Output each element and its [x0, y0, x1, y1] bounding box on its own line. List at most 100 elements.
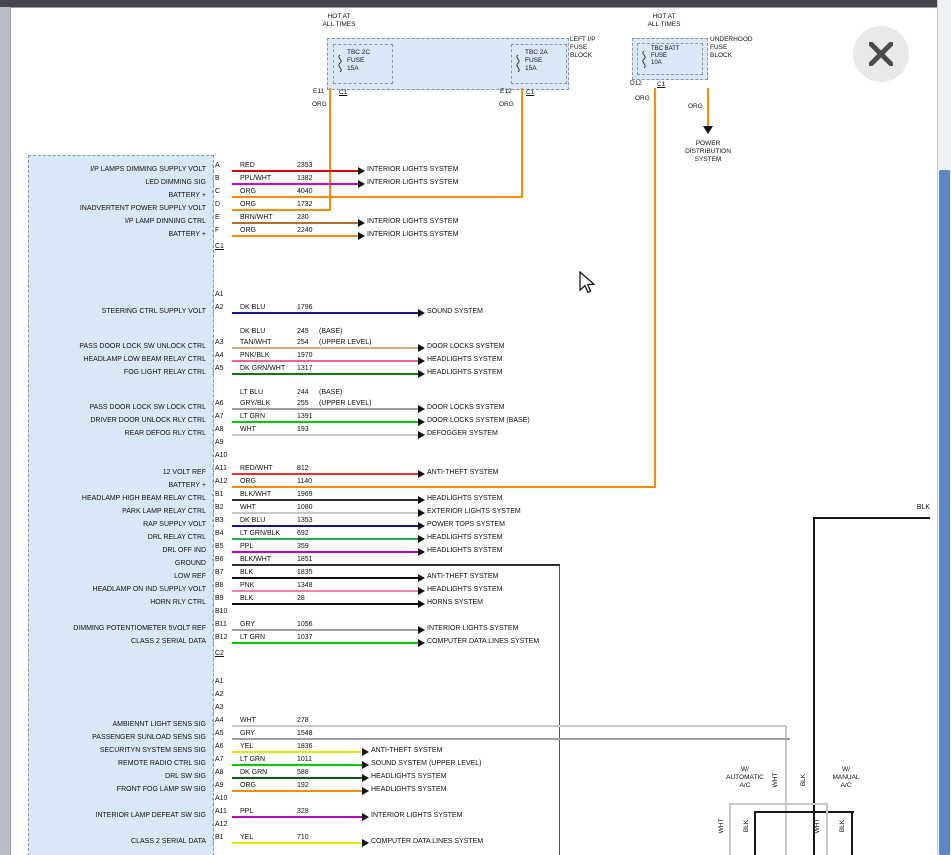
wire-note: (UPPER LEVEL) — [319, 339, 372, 347]
pin-label: E — [215, 214, 220, 222]
wire-circuit-label: 812 — [297, 465, 309, 473]
pin-label: A3 — [215, 704, 224, 712]
signal-label: LED DIMMING SIG — [30, 179, 206, 187]
wire-tag-blk: BLK — [839, 814, 847, 838]
signal-label: BATTERY + — [30, 482, 206, 490]
wire-color-label: PPL — [240, 808, 253, 816]
block-label-line: BLOCK — [710, 52, 753, 60]
pin-label: A3 — [215, 339, 224, 347]
wire-circuit-label: 1835 — [297, 569, 313, 577]
pin-label: D — [215, 201, 220, 209]
wire-line — [232, 473, 418, 475]
wire-line — [232, 642, 418, 644]
conn-ref-c1: C1 — [657, 81, 665, 89]
wire-color-label: BLK — [240, 569, 253, 577]
signal-label: FOG LIGHT RELAY CTRL — [30, 369, 206, 377]
wire-color-label: ORG — [240, 227, 256, 235]
ac-label-line: A/C — [816, 782, 876, 790]
system-arrow-icon — [362, 787, 369, 795]
block-label-line: BLOCK — [570, 52, 596, 60]
system-label: EXTERIOR LIGHTS SYSTEM — [427, 508, 521, 516]
wiring-diagram-viewer: HOT AT ALL TIMES TBC 2C FUSE 15A TBC 2A … — [0, 0, 951, 855]
wire-color-label: DK BLU — [240, 517, 265, 525]
wire-blk-auto-vertical — [754, 811, 756, 855]
pin-label: B1 — [215, 491, 224, 499]
all-times-line: ALL TIMES — [311, 21, 367, 29]
wire-color-label: ORG — [240, 201, 256, 209]
fuse-tbc-2a-label: TBC 2A FUSE 15A — [525, 49, 548, 73]
pin-label: B3 — [215, 517, 224, 525]
wire-color-label: DK GRN/WHT — [240, 365, 285, 373]
pin-label: A1 — [215, 291, 224, 299]
signal-label: PASS DOOR LOCK SW UNLOCK CTRL — [30, 343, 206, 351]
system-label: HORNS SYSTEM — [427, 599, 483, 607]
system-arrow-icon — [418, 574, 425, 582]
pin-label: B11 — [215, 621, 227, 629]
wire-blk-manual-vertical — [851, 811, 853, 855]
mouse-cursor — [578, 271, 596, 295]
pin-label: B2 — [215, 504, 224, 512]
system-arrow-icon — [418, 405, 425, 413]
system-arrow-icon — [418, 509, 425, 517]
signal-label: 12 VOLT REF — [30, 469, 206, 477]
system-label: HEADLIGHTS SYSTEM — [427, 369, 502, 377]
pin-label: A4 — [215, 352, 224, 360]
signal-label: AMBIENNT LIGHT SENS SIG — [30, 721, 206, 729]
wire-color-label: WHT — [240, 504, 256, 512]
system-arrow-icon — [418, 431, 425, 439]
fuse-icon — [336, 55, 344, 72]
wire-circuit-label: 710 — [297, 834, 309, 842]
system-label: ANTI-THEFT SYSTEM — [371, 747, 442, 755]
signal-label: DRL SW SIG — [30, 773, 206, 781]
wire-line — [232, 434, 418, 436]
wire-line — [232, 512, 418, 514]
wire-color-label: BLK — [240, 595, 253, 603]
wire-circuit-alt: 245 — [297, 328, 309, 336]
system-arrow-icon — [362, 761, 369, 769]
fuse-amps: 10A — [651, 60, 680, 67]
pin-label: B8 — [215, 582, 224, 590]
system-arrow-icon — [418, 587, 425, 595]
system-label: HEADLIGHTS SYSTEM — [427, 586, 502, 594]
system-arrow-icon — [418, 639, 425, 647]
wire-org-underhood-vertical — [654, 88, 656, 488]
all-times-line: ALL TIMES — [636, 21, 692, 29]
system-arrow-icon — [418, 357, 425, 365]
wire-line — [232, 538, 418, 540]
system-label: HEADLIGHTS SYSTEM — [371, 786, 446, 794]
signal-label: DRL OFF IND — [30, 547, 206, 555]
vertical-scrollbar-thumb[interactable] — [939, 170, 950, 855]
pin-e11: E11 — [313, 88, 324, 96]
wire-line — [232, 751, 362, 753]
system-label: INTERIOR LIGHTS SYSTEM — [371, 812, 462, 820]
close-button[interactable] — [853, 26, 909, 82]
wire-circuit-label: 230 — [297, 214, 309, 222]
pin-label: B12 — [215, 634, 227, 642]
system-arrow-icon — [362, 774, 369, 782]
wire-circuit-label: 1140 — [297, 478, 312, 486]
wire-circuit-alt: 244 — [297, 389, 309, 397]
wire-color-label: LT GRN — [240, 756, 265, 764]
wire-color-org: ORG — [499, 101, 514, 109]
system-arrow-icon — [362, 748, 369, 756]
wire-color-org: ORG — [312, 101, 327, 109]
wire-wht-manual-vertical — [826, 803, 828, 855]
pin-label: B1 — [215, 834, 224, 842]
signal-label: I/P LAMP DINNING CTRL — [30, 218, 206, 226]
wire-circuit-label: 588 — [297, 769, 309, 777]
pin-label: A12 — [215, 478, 227, 486]
wire-line — [232, 564, 560, 566]
system-label: DOOR LOCKS SYSTEM (BASE) — [427, 417, 530, 425]
signal-label: HORN RLY CTRL — [30, 599, 206, 607]
fuse-tbc-batt-box: TBC BATT FUSE 10A — [637, 43, 703, 75]
wire-line — [232, 525, 418, 527]
wire-line — [232, 421, 418, 423]
wire-line — [232, 764, 362, 766]
wire-circuit-label: 2240 — [297, 227, 313, 235]
pin-label: F — [215, 227, 219, 235]
wire-ground-vertical — [559, 565, 560, 855]
system-label: INTERIOR LIGHTS SYSTEM — [367, 166, 458, 174]
ac-label-line: MANUAL — [816, 774, 876, 782]
wire-tag-blk: BLK — [800, 768, 808, 792]
wire-line — [232, 551, 418, 553]
